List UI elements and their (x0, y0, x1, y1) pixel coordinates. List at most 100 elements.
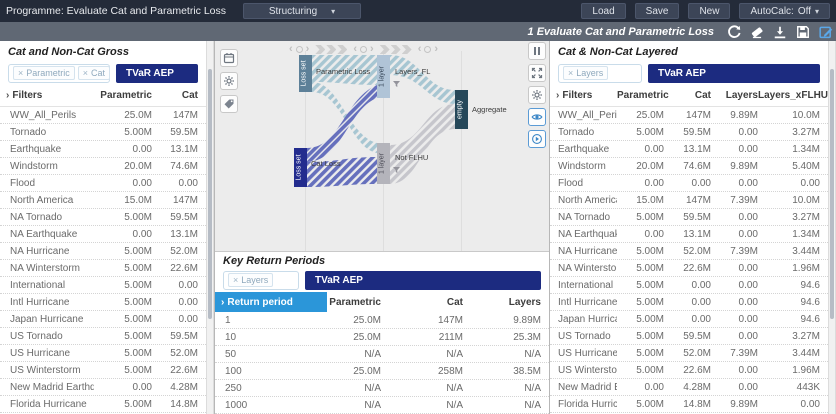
col-layers[interactable]: Layers (711, 90, 758, 101)
table-row[interactable]: Florida Hurricane5.00M14.8M9.89M0.00 (550, 396, 828, 413)
settings-button[interactable] (220, 72, 238, 90)
chip-container[interactable]: × Layers (223, 271, 299, 290)
table-row[interactable]: Florida Hurricane5.00M14.8M (0, 396, 206, 413)
table-row[interactable]: NA Tornado5.00M59.5M (0, 209, 206, 226)
col-parametric[interactable]: Parametric (94, 90, 152, 101)
filter-funnel-icon[interactable] (393, 81, 400, 87)
col-parametric[interactable]: Parametric (617, 90, 664, 101)
chip-layers[interactable]: × Layers (563, 66, 608, 80)
table-row[interactable]: Flood0.000.00 (0, 175, 206, 192)
table-row[interactable]: NA Winterstorm5.00M22.6M (0, 260, 206, 277)
remove-chip-icon[interactable]: × (83, 69, 88, 78)
table-row[interactable]: Earthquake0.0013.1M (0, 141, 206, 158)
col-cat[interactable]: Cat (664, 90, 711, 101)
table-row[interactable]: NA Earthquake0.0013.1M (0, 226, 206, 243)
col-parametric[interactable]: Parametric (327, 297, 381, 308)
table-row[interactable]: US Hurricane5.00M52.0M7.39M3.44M (550, 345, 828, 362)
table-row[interactable]: 1000N/AN/AN/A (215, 397, 549, 414)
left-panel-scrollbar[interactable] (206, 41, 214, 414)
calendar-button[interactable] (220, 49, 238, 67)
col-filters[interactable]: Filters (562, 90, 617, 101)
metric-header-button[interactable]: TVaR AEP (116, 64, 198, 83)
new-button[interactable]: New (688, 3, 730, 19)
table-row[interactable]: NA Hurricane5.00M52.0M7.39M3.44M (550, 243, 828, 260)
table-row[interactable]: NA Tornado5.00M59.5M0.003.27M (550, 209, 828, 226)
table-row[interactable]: Flood0.000.000.000.00 (550, 175, 828, 192)
table-row[interactable]: Intl Hurricane5.00M0.00 (0, 294, 206, 311)
table-row[interactable]: 250N/AN/AN/A (215, 380, 549, 397)
table-row[interactable]: 10025.0M258M38.5M (215, 363, 549, 380)
col-filters[interactable]: Filters (12, 90, 94, 101)
chip-parametric[interactable]: × Parametric (13, 66, 75, 80)
pause-button[interactable] (528, 42, 546, 60)
node-stepper[interactable]: ‹› (353, 44, 373, 55)
chip-cat[interactable]: × Cat (78, 66, 110, 80)
chip-container[interactable]: × Layers (558, 64, 642, 83)
download-icon[interactable] (772, 24, 787, 39)
col-cat[interactable]: Cat (381, 297, 463, 308)
refresh-icon[interactable] (726, 24, 741, 39)
expand-chevron-icon[interactable]: › (556, 90, 559, 101)
col-cat[interactable]: Cat (152, 90, 198, 101)
table-row[interactable]: Windstorm20.0M74.6M (0, 158, 206, 175)
table-row[interactable]: Windstorm20.0M74.6M9.89M5.40M (550, 158, 828, 175)
col-return-period[interactable]: › Return period (215, 292, 327, 312)
remove-chip-icon[interactable]: × (233, 276, 238, 285)
autocalc-toggle[interactable]: AutoCalc: Off ▾ (739, 3, 830, 19)
table-row[interactable]: 1025.0M211M25.3M (215, 329, 549, 346)
table-row[interactable]: US Winterstorm5.00M22.6M (0, 362, 206, 379)
table-row[interactable]: NA Hurricane5.00M52.0M (0, 243, 206, 260)
table-row[interactable]: Japan Hurricane5.00M0.00 (0, 311, 206, 328)
eraser-icon[interactable] (749, 24, 764, 39)
structuring-dropdown[interactable]: Structuring ▾ (243, 3, 361, 19)
table-row[interactable]: Tornado5.00M59.5M (0, 124, 206, 141)
table-row[interactable]: Tornado5.00M59.5M0.003.27M (550, 124, 828, 141)
node-stepper[interactable]: ‹› (418, 44, 438, 55)
remove-chip-icon[interactable]: × (18, 69, 23, 78)
chip-container[interactable]: × Parametric × Cat × (8, 64, 110, 83)
edit-icon[interactable] (818, 24, 833, 39)
save-button[interactable]: Save (635, 3, 680, 19)
table-row[interactable]: US Tornado5.00M59.5M0.003.27M (550, 328, 828, 345)
table-row[interactable]: Japan Hurricane5.00M0.000.0094.6 (550, 311, 828, 328)
fit-view-button[interactable] (528, 64, 546, 82)
metric-header-button[interactable]: TVaR AEP (305, 271, 541, 290)
table-row[interactable]: NA Winterstorm5.00M22.6M0.001.96M (550, 260, 828, 277)
table-row[interactable]: International5.00M0.000.0094.6 (550, 277, 828, 294)
chip-layers[interactable]: × Layers (228, 273, 273, 287)
step-forward-button[interactable] (528, 130, 546, 148)
load-button[interactable]: Load (581, 3, 625, 19)
table-row[interactable]: New Madrid Earthquake0.004.28M0.00443K (550, 379, 828, 396)
save-disk-icon[interactable] (795, 24, 810, 39)
remove-chip-icon[interactable]: × (568, 69, 573, 78)
table-row[interactable]: 125.0M147M9.89M (215, 312, 549, 329)
scrollbar-thumb[interactable] (208, 69, 212, 319)
diagram-settings-button[interactable] (528, 86, 546, 104)
col-layers-xflhu[interactable]: Layers_xFLHU (758, 90, 820, 101)
tags-button[interactable] (220, 95, 238, 113)
table-row[interactable]: WW_All_Perils25.0M147M (0, 107, 206, 124)
flow-cat-to-layersfl[interactable] (307, 85, 377, 162)
flow-notflhu-to-aggregate[interactable] (390, 104, 455, 184)
visibility-button[interactable] (528, 108, 546, 126)
table-row[interactable]: NA Earthquake0.0013.1M0.001.34M (550, 226, 828, 243)
right-panel-scrollbar[interactable] (828, 41, 836, 414)
table-row[interactable]: US Tornado5.00M59.5M (0, 328, 206, 345)
table-row[interactable]: North America15.0M147M7.39M10.0M (550, 192, 828, 209)
table-row[interactable]: Earthquake0.0013.1M0.001.34M (550, 141, 828, 158)
table-row[interactable]: US Hurricane5.00M52.0M (0, 345, 206, 362)
flow-layersfl-to-aggregate[interactable] (390, 55, 455, 104)
table-row[interactable]: New Madrid Earthquake0.004.28M (0, 379, 206, 396)
flow-arrows-icon[interactable] (315, 45, 347, 54)
table-row[interactable]: WW_All_Perils25.0M147M9.89M10.0M (550, 107, 828, 124)
table-row[interactable]: Intl Hurricane5.00M0.000.0094.6 (550, 294, 828, 311)
col-layers[interactable]: Layers (463, 297, 541, 308)
table-row[interactable]: 50N/AN/AN/A (215, 346, 549, 363)
table-row[interactable]: US Winterstorm5.00M22.6M0.001.96M (550, 362, 828, 379)
metric-header-button[interactable]: TVaR AEP (648, 64, 820, 83)
node-stepper[interactable]: ‹› (289, 44, 309, 55)
table-row[interactable]: International5.00M0.00 (0, 277, 206, 294)
scrollbar-thumb[interactable] (830, 69, 834, 319)
expand-chevron-icon[interactable]: › (6, 90, 9, 101)
flow-arrows-icon[interactable] (380, 45, 412, 54)
